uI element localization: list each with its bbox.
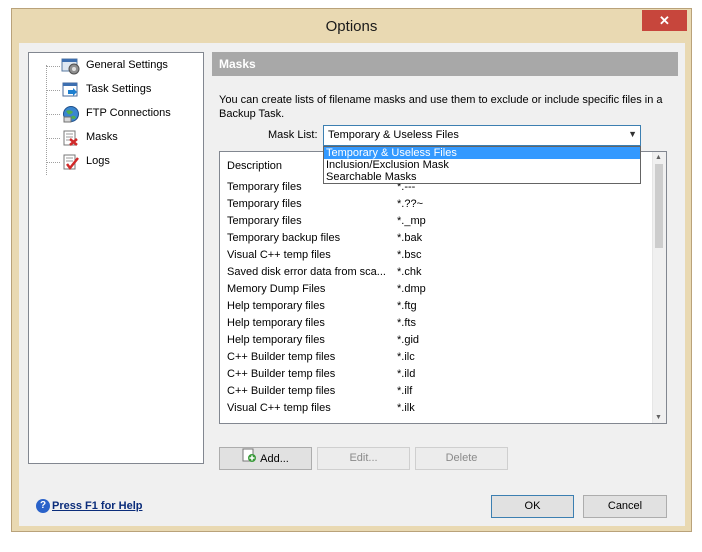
row-description: Temporary files	[227, 198, 302, 210]
table-row[interactable]: C++ Builder temp files *.ilf	[220, 383, 654, 400]
table-row[interactable]: Help temporary files *.gid	[220, 332, 654, 349]
row-mask: *.bak	[397, 232, 423, 244]
dialog-body: General Settings Task Settings FTP Conne…	[19, 43, 685, 526]
ok-button[interactable]: OK	[491, 495, 574, 518]
tree-label: FTP Connections	[86, 107, 171, 119]
scroll-down-icon[interactable]: ▼	[655, 414, 662, 421]
list-rows: Temporary files *.--- Temporary files *.??~…	[220, 179, 654, 417]
row-mask: *.ild	[397, 368, 416, 380]
add-icon	[242, 448, 257, 470]
table-row[interactable]: Help temporary files *.ftg	[220, 298, 654, 315]
scroll-thumb[interactable]	[655, 164, 663, 248]
tree-label: Masks	[86, 131, 118, 143]
row-description: Temporary files	[227, 215, 302, 227]
row-description: Memory Dump Files	[227, 283, 326, 295]
tree-item-ftp-connections[interactable]: FTP Connections	[46, 103, 196, 125]
table-row[interactable]: Memory Dump Files *.dmp	[220, 281, 654, 298]
title-bar[interactable]: Options ✕	[12, 9, 691, 43]
row-description: C++ Builder temp files	[227, 385, 336, 397]
window-title: Options	[325, 18, 378, 35]
table-row[interactable]: Temporary files *._mp	[220, 213, 654, 230]
table-row[interactable]: C++ Builder temp files *.ilc	[220, 349, 654, 366]
table-row[interactable]: Temporary backup files *.bak	[220, 230, 654, 247]
table-row[interactable]: Saved disk error data from sca... *.chk	[220, 264, 654, 281]
row-description: Help temporary files	[227, 300, 325, 312]
row-mask: *.chk	[397, 266, 422, 278]
tree-item-masks[interactable]: Masks	[46, 127, 196, 149]
row-mask: *.ftg	[397, 300, 417, 312]
tree-item-logs[interactable]: Logs	[46, 151, 196, 173]
logs-icon	[61, 153, 81, 171]
row-mask: *.dmp	[397, 283, 426, 295]
masks-list[interactable]: Description Temporary files *.--- Temporar…	[219, 151, 667, 424]
cancel-button[interactable]: Cancel	[583, 495, 667, 518]
tree-label: General Settings	[86, 59, 168, 71]
row-description: Help temporary files	[227, 317, 325, 329]
close-button[interactable]: ✕	[642, 10, 687, 31]
row-mask: *.ilk	[397, 402, 415, 414]
scroll-up-icon[interactable]: ▲	[655, 154, 662, 161]
row-description: Saved disk error data from sca...	[227, 266, 386, 278]
globe-icon	[61, 105, 81, 123]
settings-tree: General Settings Task Settings FTP Conne…	[28, 52, 204, 464]
mask-list-label: Mask List:	[268, 129, 318, 141]
edit-mask-button[interactable]: Edit...	[317, 447, 410, 470]
row-description: C++ Builder temp files	[227, 351, 336, 363]
task-icon	[61, 81, 81, 99]
mask-list-select[interactable]: Temporary & Useless Files ▼	[323, 125, 641, 146]
dropdown-option[interactable]: Searchable Masks	[324, 171, 640, 183]
masks-panel: Masks You can create lists of filename m…	[212, 52, 678, 470]
row-mask: *._mp	[397, 215, 426, 227]
list-scrollbar[interactable]: ▲ ▼	[652, 152, 666, 423]
tree-item-task-settings[interactable]: Task Settings	[46, 79, 196, 101]
tree-label: Logs	[86, 155, 110, 167]
tree-label: Task Settings	[86, 83, 152, 95]
mask-list-value: Temporary & Useless Files	[328, 129, 459, 141]
mask-list-dropdown: Temporary & Useless Files Inclusion/Excl…	[323, 146, 641, 184]
table-row[interactable]: Visual C++ temp files *.ilk	[220, 400, 654, 417]
panel-description: You can create lists of filename masks a…	[219, 94, 663, 120]
help-link-text[interactable]: Press F1 for Help	[52, 500, 142, 512]
table-row[interactable]: Visual C++ temp files *.bsc	[220, 247, 654, 264]
row-description: Visual C++ temp files	[227, 249, 331, 261]
row-mask: *.bsc	[397, 249, 422, 261]
help-icon: ?	[36, 499, 50, 513]
dropdown-option[interactable]: Temporary & Useless Files	[324, 147, 640, 159]
delete-mask-button[interactable]: Delete	[415, 447, 508, 470]
gear-icon	[61, 57, 81, 75]
row-mask: *.ilf	[397, 385, 413, 397]
column-description[interactable]: Description	[227, 160, 282, 172]
add-mask-button[interactable]: Add...	[219, 447, 312, 470]
table-row[interactable]: Help temporary files *.fts	[220, 315, 654, 332]
row-description: Visual C++ temp files	[227, 402, 331, 414]
row-mask: *.??~	[397, 198, 423, 210]
add-label: Add...	[260, 452, 289, 465]
table-row[interactable]: C++ Builder temp files *.ild	[220, 366, 654, 383]
row-description: C++ Builder temp files	[227, 368, 336, 380]
tree-item-general-settings[interactable]: General Settings	[46, 55, 196, 77]
row-mask: *.ilc	[397, 351, 415, 363]
options-window: Options ✕ General Settings Task Settings…	[11, 8, 692, 532]
row-description: Help temporary files	[227, 334, 325, 346]
row-description: Temporary backup files	[227, 232, 341, 244]
row-mask: *.gid	[397, 334, 420, 346]
table-row[interactable]: Temporary files *.??~	[220, 196, 654, 213]
chevron-down-icon[interactable]: ▼	[628, 129, 637, 139]
masks-icon	[61, 129, 81, 147]
panel-title: Masks	[212, 52, 678, 76]
row-mask: *.fts	[397, 317, 416, 329]
dropdown-option[interactable]: Inclusion/Exclusion Mask	[324, 159, 640, 171]
